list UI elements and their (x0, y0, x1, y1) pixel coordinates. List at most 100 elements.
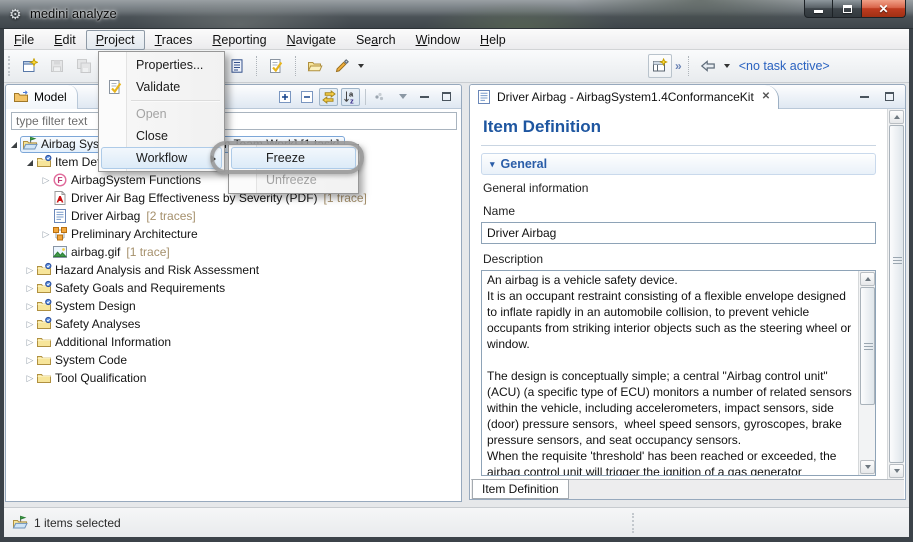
scrollbar-thumb[interactable] (860, 287, 875, 405)
tree-collapsed-arrow-icon[interactable]: ▷ (40, 229, 52, 240)
tree-item-label: AirbagSystem Functions (69, 173, 203, 187)
maximize-icon[interactable] (437, 88, 456, 106)
minimize-window-button[interactable] (804, 0, 833, 18)
menubar-item-search[interactable]: Search (346, 30, 406, 50)
tree-expanded-arrow-icon[interactable]: ◢ (24, 158, 36, 167)
description-textarea[interactable]: An airbag is a vehicle safety device. It… (481, 270, 876, 476)
editor-tab[interactable]: Driver Airbag - AirbagSystem1.4Conforman… (470, 85, 779, 109)
tree-collapsed-arrow-icon[interactable]: ▷ (24, 319, 36, 330)
menubar-item-window[interactable]: Window (406, 30, 470, 50)
tree-item-label: Safety Analyses (53, 317, 142, 331)
menu-item-label: Properties... (136, 58, 203, 72)
item-definition-form: Item Definition ▾ General General inform… (471, 109, 886, 479)
model-panel-toolbar: az (275, 88, 461, 106)
folder-icon (36, 352, 53, 368)
tree-item-system-code[interactable]: ▷System Code (6, 351, 461, 369)
close-icon: ✕ (878, 2, 888, 16)
menubar-item-navigate[interactable]: Navigate (277, 30, 346, 50)
expand-all-icon[interactable] (275, 88, 294, 106)
report-icon[interactable] (225, 54, 249, 78)
name-input[interactable]: Driver Airbag (481, 222, 876, 244)
window-controls: ✕ (804, 0, 906, 18)
editor-scrollbar[interactable] (887, 109, 904, 479)
statusbar-separator (632, 513, 634, 533)
tree-item-preliminary-architecture[interactable]: ▷Preliminary Architecture (6, 225, 461, 243)
tree-item-driver-airbag[interactable]: Driver Airbag[2 traces] (6, 207, 461, 225)
menu-item-close[interactable]: Close (101, 125, 222, 147)
menubar-item-project[interactable]: Project (86, 30, 145, 50)
description-scrollbar[interactable] (858, 271, 875, 475)
minimize-icon (814, 10, 823, 13)
close-tab-icon[interactable]: ✕ (762, 91, 770, 102)
tree-item-additional-information[interactable]: ▷Additional Information (6, 333, 461, 351)
menu-item-open[interactable]: Open (101, 103, 222, 125)
tree-item-safety-analyses[interactable]: ▷ Safety Analyses (6, 315, 461, 333)
tree-collapsed-arrow-icon[interactable]: ▷ (24, 265, 36, 276)
description-text: An airbag is a vehicle safety device. It… (482, 271, 858, 475)
tree-collapsed-arrow-icon[interactable]: ▷ (24, 283, 36, 294)
tree-item-system-design[interactable]: ▷System Design (6, 297, 461, 315)
tree-collapsed-arrow-icon[interactable]: ▷ (40, 175, 52, 186)
menu-item-workflow[interactable]: Workflow (101, 147, 222, 169)
project-icon (12, 515, 28, 531)
validate-icon (107, 79, 125, 97)
validate-icon[interactable] (264, 54, 288, 78)
link-with-editor-icon[interactable] (319, 88, 338, 106)
menubar-item-reporting[interactable]: Reporting (202, 30, 276, 50)
new-wizard-icon[interactable] (18, 54, 42, 78)
collapse-all-icon[interactable] (297, 88, 316, 106)
toolbar-group-file (8, 54, 96, 78)
view-menu-dots-icon[interactable] (371, 88, 390, 106)
view-menu-arrow-icon[interactable] (393, 88, 412, 106)
close-window-button[interactable]: ✕ (861, 0, 906, 18)
model-tab[interactable]: Model (6, 85, 78, 109)
tree-collapsed-arrow-icon[interactable]: ▷ (24, 337, 36, 348)
general-info-text: General information (483, 181, 876, 196)
maximize-window-button[interactable] (833, 0, 861, 18)
scrollbar-thumb[interactable] (889, 125, 904, 463)
scroll-up-icon[interactable] (860, 272, 875, 286)
sort-alpha-icon[interactable]: az (341, 88, 360, 106)
filter-input[interactable] (11, 112, 457, 130)
tree-item-hazard-analysis-and-risk-assessment[interactable]: ▷Hazard Analysis and Risk Assessment (6, 261, 461, 279)
tree-expanded-arrow-icon[interactable]: ◢ (8, 140, 20, 149)
back-arrow-icon[interactable] (696, 54, 720, 78)
tree-item-airbag-gif[interactable]: airbag.gif[1 trace] (6, 243, 461, 261)
minimize-icon[interactable] (415, 88, 434, 106)
active-task-label[interactable]: <no task active> (739, 59, 830, 73)
open-folder-icon[interactable] (303, 54, 327, 78)
menu-item-properties-[interactable]: Properties... (101, 54, 222, 76)
toolbar-overflow-chevron[interactable]: » (675, 59, 681, 73)
maximize-panel-button[interactable] (880, 88, 899, 106)
tree-collapsed-arrow-icon[interactable]: ▷ (24, 301, 36, 312)
tree-collapsed-arrow-icon[interactable]: ▷ (24, 355, 36, 366)
image-icon (52, 244, 69, 260)
menu-item-validate[interactable]: Validate (101, 76, 222, 98)
minimize-panel-button[interactable] (855, 88, 874, 106)
editor-page-tab-bar: Item Definition (471, 479, 904, 499)
editor-tab-title: Driver Airbag - AirbagSystem1.4Conforman… (497, 90, 754, 104)
general-section-header[interactable]: ▾ General (481, 153, 876, 175)
menubar-item-help[interactable]: Help (470, 30, 516, 50)
save-all-icon-disabled[interactable] (72, 54, 96, 78)
menubar-item-edit[interactable]: Edit (44, 30, 86, 50)
tree-item-tool-qualification[interactable]: ▷Tool Qualification (6, 369, 461, 387)
save-icon-disabled[interactable] (45, 54, 69, 78)
dropdown-arrow-icon[interactable] (724, 64, 730, 68)
perspective-icon[interactable] (648, 54, 672, 78)
chevron-down-icon: ▾ (490, 159, 495, 170)
divider (481, 145, 876, 146)
scroll-down-icon[interactable] (889, 464, 904, 478)
menubar-item-file[interactable]: File (4, 30, 44, 50)
tree-item-safety-goals-and-requirements[interactable]: ▷Safety Goals and Requirements (6, 279, 461, 297)
format-icon[interactable] (330, 54, 354, 78)
scroll-up-icon[interactable] (889, 110, 904, 124)
tree-collapsed-arrow-icon[interactable]: ▷ (24, 373, 36, 384)
menubar-item-traces[interactable]: Traces (145, 30, 203, 50)
name-value: Driver Airbag (487, 226, 556, 240)
project-icon (22, 136, 39, 152)
scroll-down-icon[interactable] (860, 460, 875, 474)
dropdown-arrow-icon[interactable] (358, 64, 364, 68)
page-tab-item-definition[interactable]: Item Definition (472, 479, 569, 499)
page-title: Item Definition (483, 117, 876, 141)
